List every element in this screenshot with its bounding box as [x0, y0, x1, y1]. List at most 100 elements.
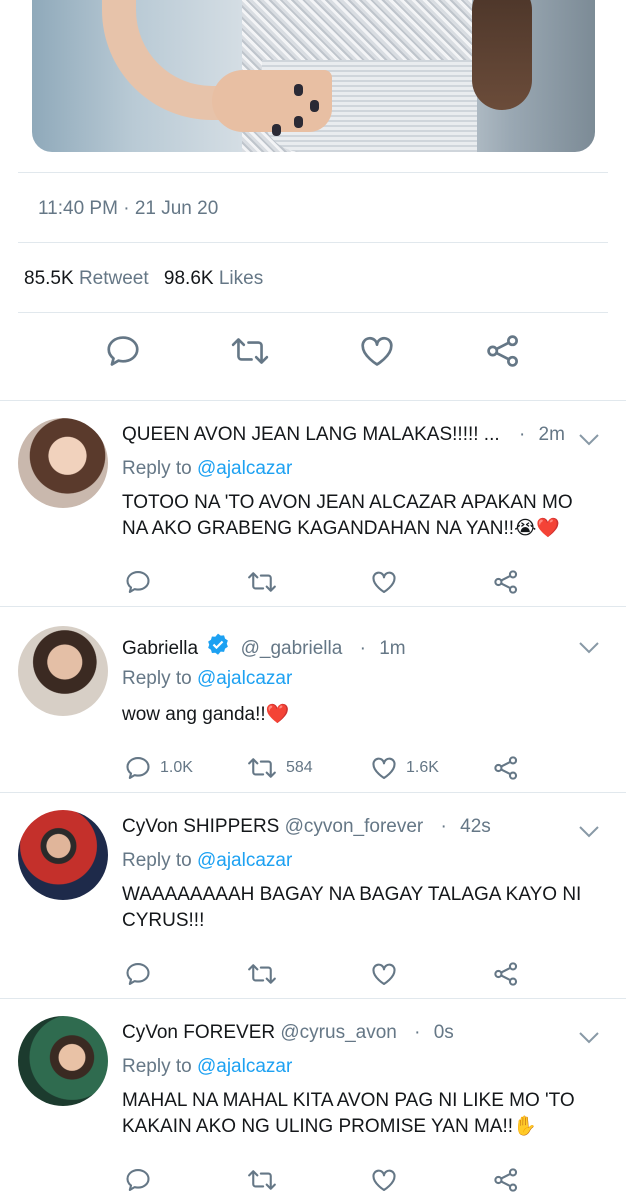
share-icon [494, 1168, 518, 1192]
retweet-button[interactable] [246, 960, 286, 988]
reply-icon[interactable] [104, 332, 144, 372]
retweet-button[interactable] [246, 1166, 286, 1194]
divider [18, 312, 608, 313]
heart-icon[interactable] [358, 332, 398, 372]
retweet-icon [248, 1170, 276, 1190]
reply-header: Gabriella @_gabriella · 1m [122, 632, 406, 660]
tweet-date: 21 Jun 20 [134, 198, 219, 219]
reply-tweet[interactable]: CyVon FOREVER @cyrus_avon · 0s Reply to … [0, 1016, 626, 1200]
reply-icon [126, 1169, 150, 1191]
tweet-time: 2m [538, 424, 565, 445]
reply-header: QUEEN AVON JEAN LANG MALAKAS!!!!! ... · … [122, 424, 565, 446]
reply-icon [126, 571, 150, 593]
retweet-icon[interactable] [230, 332, 270, 372]
tweet-text: WAAAAAAAAH BAGAY NA BAGAY TALAGA KAYO NI… [122, 884, 582, 931]
share-button[interactable] [492, 1166, 520, 1194]
heart-icon [372, 757, 396, 779]
reply-to: Reply to @ajalcazar [122, 1056, 292, 1078]
tweet-time: 11:40 PM [38, 198, 118, 219]
reply-button[interactable] [124, 960, 160, 988]
divider [18, 242, 608, 243]
retweet-count[interactable]: 85.5K [24, 268, 74, 289]
reply-prefix: Reply to [122, 458, 192, 479]
divider [0, 400, 626, 401]
like-button[interactable] [370, 1166, 406, 1194]
tweet-photo[interactable] [32, 0, 595, 152]
photo-nail [310, 100, 319, 112]
photo-hair [472, 0, 532, 110]
user-handle[interactable]: @_gabriella [241, 638, 343, 659]
reply-icon [126, 963, 150, 985]
divider [0, 792, 626, 793]
avatar[interactable] [18, 1016, 108, 1106]
reply-tweet[interactable]: Gabriella @_gabriella · 1m Reply to @aja… [0, 626, 626, 792]
user-handle[interactable]: @cyrus_avon [280, 1022, 396, 1043]
heart-icon [372, 963, 396, 985]
photo-nail [294, 84, 303, 96]
tweet-stats: 85.5K Retweet 98.6K Likes [24, 268, 273, 290]
tweet-time: 1m [379, 638, 406, 659]
reply-header: CyVon SHIPPERS @cyvon_forever · 42s [122, 816, 491, 838]
user-handle[interactable]: @cyvon_forever [285, 816, 424, 837]
retweet-count: 584 [286, 759, 313, 776]
reply-actions [0, 1166, 626, 1196]
reply-to: Reply to @ajalcazar [122, 850, 292, 872]
reply-to: Reply to @ajalcazar [122, 458, 292, 480]
share-button[interactable] [492, 568, 520, 596]
heart-icon [372, 571, 396, 593]
share-button[interactable] [492, 960, 520, 988]
reply-tweet[interactable]: QUEEN AVON JEAN LANG MALAKAS!!!!! ... · … [0, 418, 626, 606]
header-dot: · [440, 816, 447, 837]
like-button[interactable]: 1.6K [370, 754, 439, 782]
reply-to-handle[interactable]: @ajalcazar [197, 668, 292, 689]
display-name[interactable]: Gabriella [122, 638, 198, 659]
reply-button[interactable]: 1.0K [124, 754, 193, 782]
verified-badge-icon [208, 633, 229, 655]
tweet-text: TOTOO NA 'TO AVON JEAN ALCAZAR APAKAN MO… [122, 492, 573, 539]
tweet-text: MAHAL NA MAHAL KITA AVON PAG NI LIKE MO … [122, 1090, 575, 1137]
reply-tweet[interactable]: CyVon SHIPPERS @cyvon_forever · 42s Repl… [0, 810, 626, 996]
display-name[interactable]: CyVon SHIPPERS [122, 816, 279, 837]
reply-button[interactable] [124, 1166, 160, 1194]
like-count: 1.6K [406, 759, 439, 776]
header-dot: · [414, 1022, 421, 1043]
avatar[interactable] [18, 418, 108, 508]
retweet-button[interactable]: 584 [246, 754, 313, 782]
likes-label[interactable]: Likes [219, 268, 263, 289]
divider [18, 172, 608, 173]
like-button[interactable] [370, 568, 406, 596]
display-name[interactable]: CyVon FOREVER [122, 1022, 275, 1043]
reply-button[interactable] [124, 568, 160, 596]
reply-prefix: Reply to [122, 1056, 192, 1077]
reply-header: CyVon FOREVER @cyrus_avon · 0s [122, 1022, 454, 1044]
avatar[interactable] [18, 626, 108, 716]
reply-prefix: Reply to [122, 850, 192, 871]
reply-icon [126, 757, 150, 779]
share-button[interactable] [492, 754, 520, 782]
tweet-actions [0, 332, 626, 378]
avatar[interactable] [18, 810, 108, 900]
reply-actions [0, 568, 626, 598]
display-name[interactable]: QUEEN AVON JEAN LANG MALAKAS!!!!! ... [122, 424, 500, 445]
meta-separator: · [123, 198, 130, 219]
reply-to-handle[interactable]: @ajalcazar [197, 1056, 292, 1077]
retweet-icon [248, 758, 276, 778]
reply-to-handle[interactable]: @ajalcazar [197, 458, 292, 479]
tweet-text: wow ang ganda!!❤️ [122, 704, 290, 725]
chevron-down-icon[interactable] [578, 1030, 600, 1046]
share-icon [494, 570, 518, 594]
reply-prefix: Reply to [122, 668, 192, 689]
retweet-label[interactable]: Retweet [79, 268, 149, 289]
chevron-down-icon[interactable] [578, 640, 600, 656]
like-button[interactable] [370, 960, 406, 988]
reply-to-handle[interactable]: @ajalcazar [197, 850, 292, 871]
reply-actions [0, 960, 626, 990]
chevron-down-icon[interactable] [578, 432, 600, 448]
heart-icon [372, 1169, 396, 1191]
share-icon[interactable] [484, 332, 524, 372]
likes-count[interactable]: 98.6K [164, 268, 214, 289]
retweet-icon [248, 964, 276, 984]
retweet-button[interactable] [246, 568, 286, 596]
chevron-down-icon[interactable] [578, 824, 600, 840]
reply-to: Reply to @ajalcazar [122, 668, 292, 690]
